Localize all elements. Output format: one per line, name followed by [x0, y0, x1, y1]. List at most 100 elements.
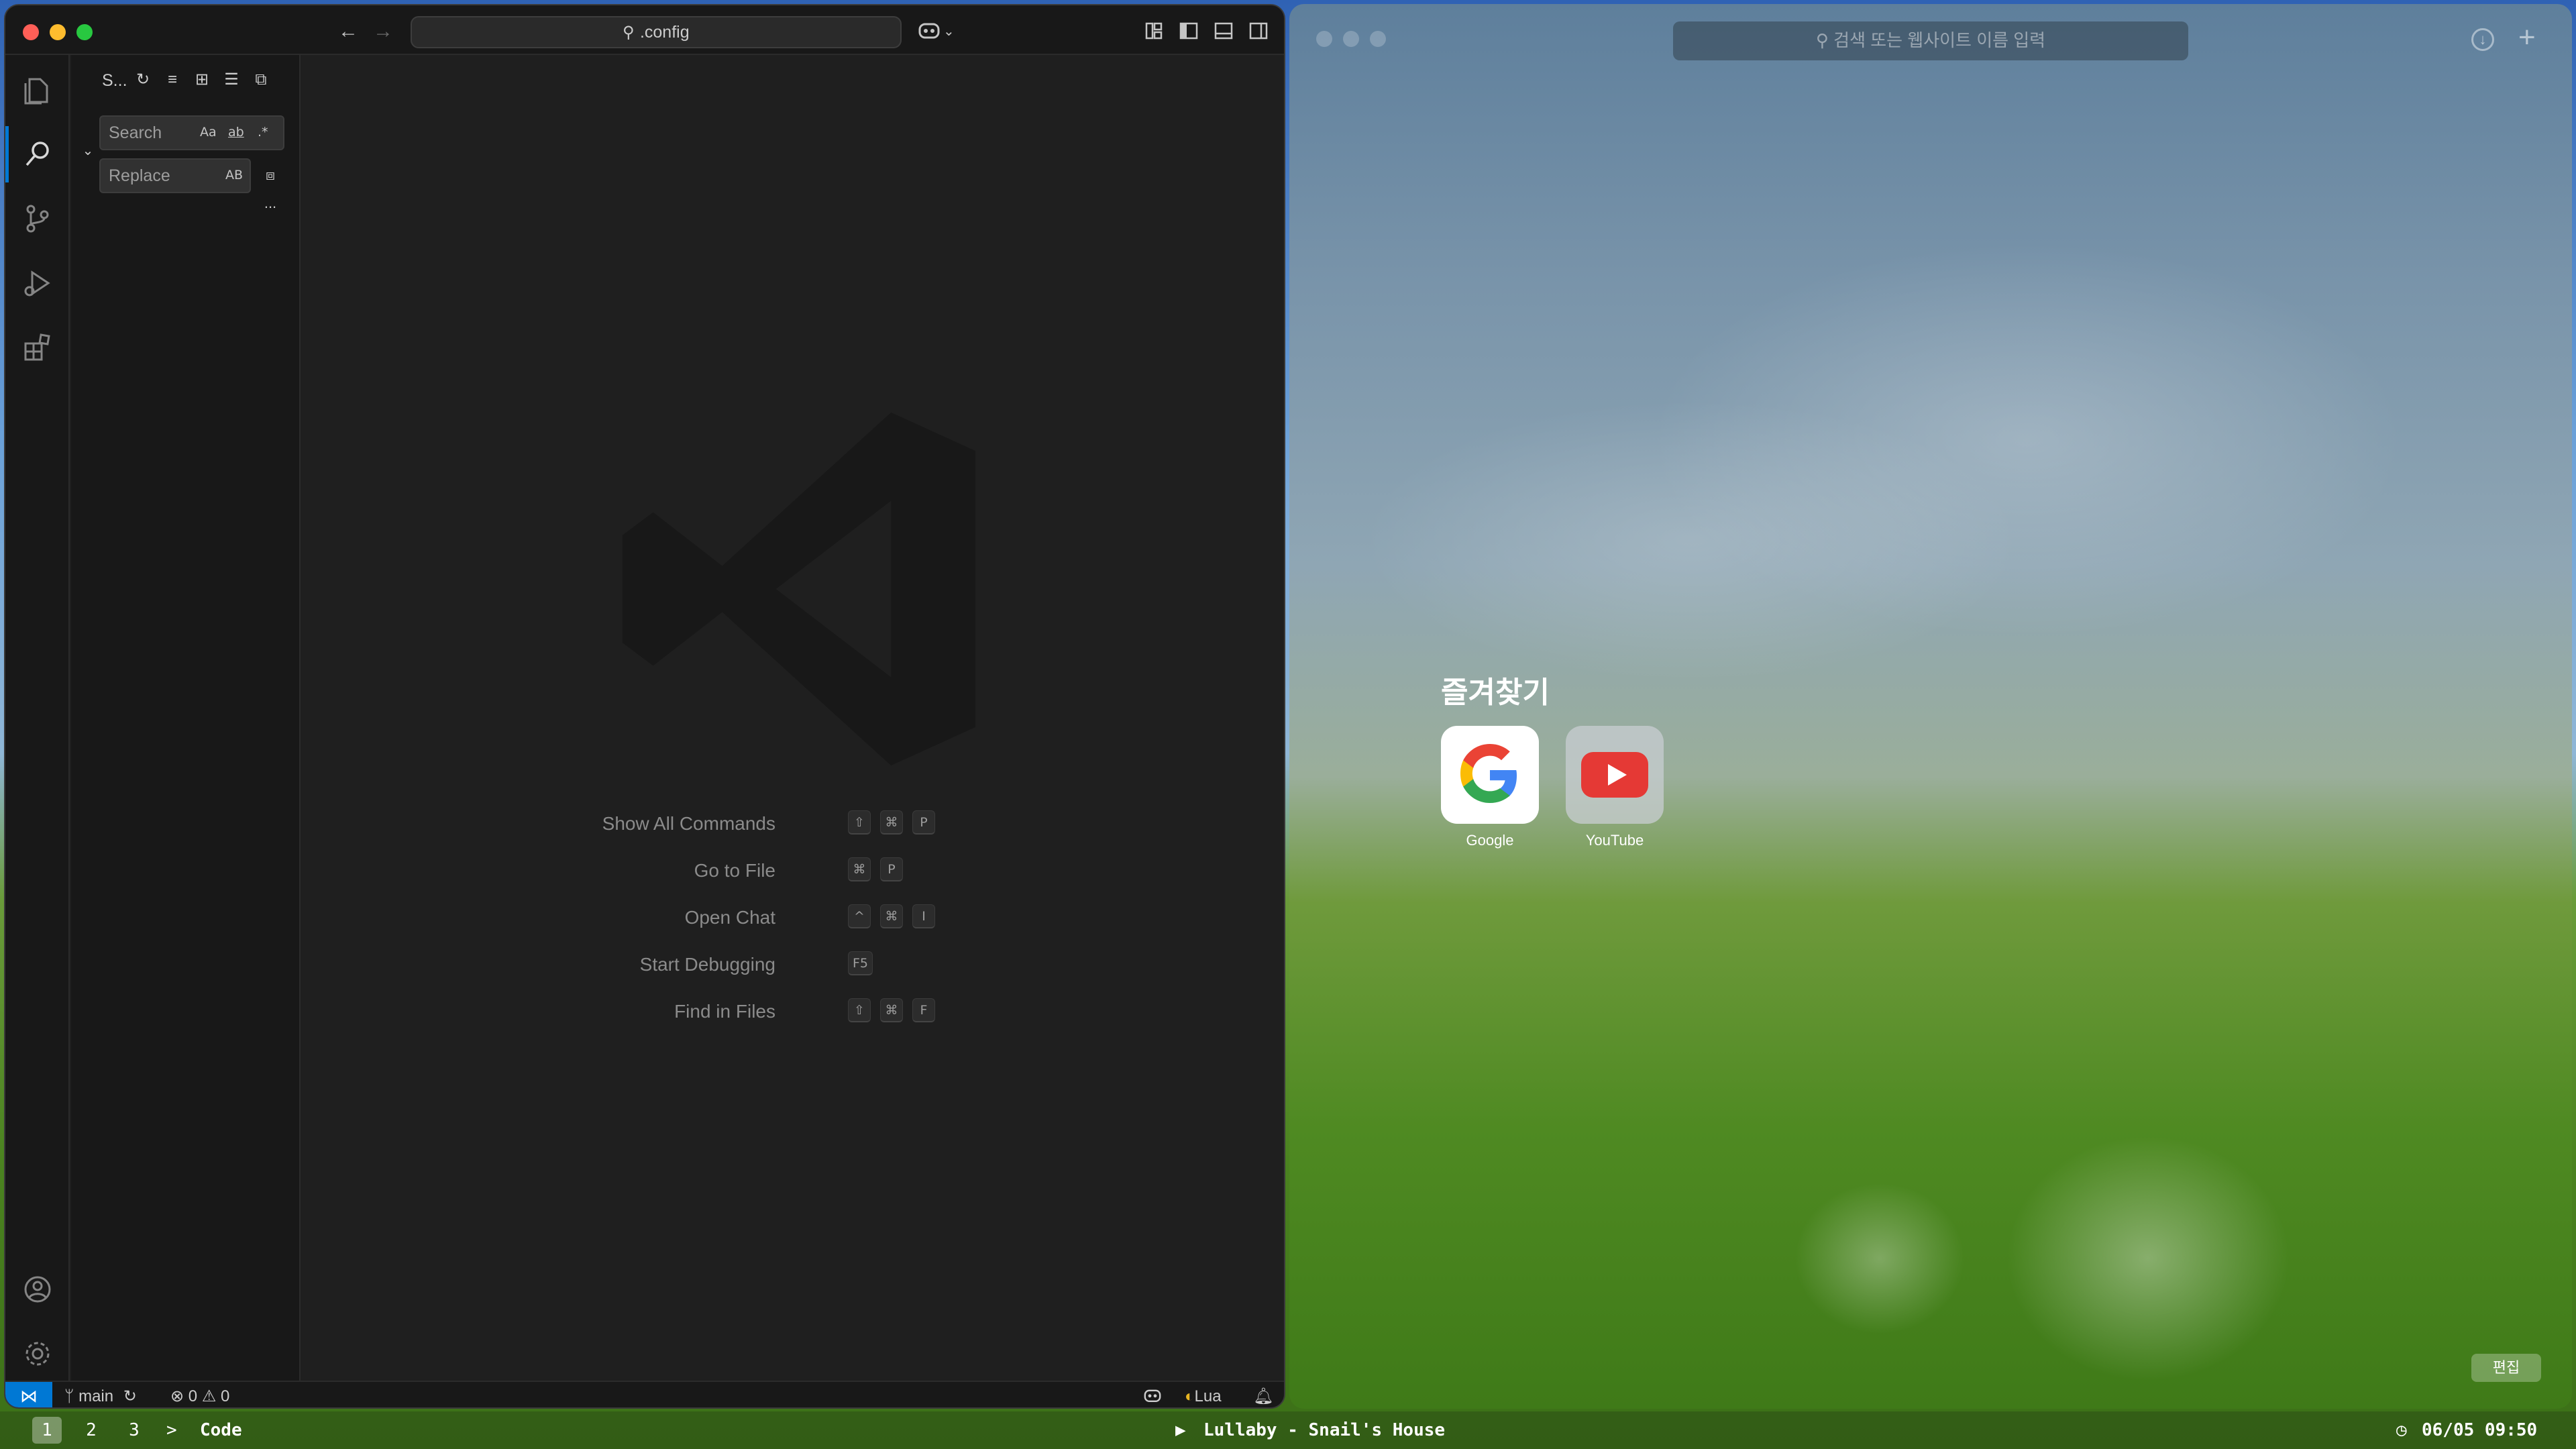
warning-icon: ⚠ — [201, 1387, 217, 1405]
date-time: 06/05 09:50 — [2422, 1420, 2538, 1440]
new-tab-plus-icon[interactable]: + — [2518, 23, 2536, 52]
command-key: ⌘ — [880, 810, 903, 835]
youtube-logo-icon — [1566, 726, 1664, 824]
clear-results-icon[interactable]: ≡ — [162, 70, 182, 90]
workspace-3[interactable]: 3 — [119, 1417, 149, 1444]
shift-key: ⇧ — [848, 998, 871, 1022]
branch-status[interactable]: ᛘ main ↻ — [64, 1387, 137, 1406]
back-arrow-icon[interactable]: ← — [338, 21, 358, 42]
sidebar-title: S... — [102, 71, 127, 90]
menu-status-bar: 1 2 3 > Code ▶ Lullaby - Snail's House ◷… — [0, 1411, 2576, 1449]
zoom-window-button[interactable] — [76, 24, 93, 40]
hint-label: Find in Files — [674, 1001, 775, 1022]
sync-icon: ↻ — [123, 1387, 137, 1405]
search-input-placeholder: Search — [109, 123, 162, 142]
hint-open-chat[interactable]: Open Chat ^ ⌘ I — [302, 904, 1284, 931]
problems-status[interactable]: ⊗ 0 ⚠ 0 — [170, 1387, 229, 1406]
language-mode[interactable]: ◐Lua — [1185, 1387, 1222, 1406]
command-key: ⌘ — [880, 998, 903, 1022]
favorite-label: YouTube — [1585, 832, 1644, 849]
address-bar-placeholder: 검색 또는 웹사이트 이름 입력 — [1833, 30, 2046, 50]
toggle-secondary-sidebar-icon[interactable] — [1249, 21, 1268, 44]
run-debug-icon[interactable] — [5, 251, 70, 315]
replace-input[interactable]: Replace AB — [99, 158, 251, 193]
hint-label: Go to File — [694, 860, 775, 881]
branch-name: main — [78, 1387, 114, 1405]
workspace-1[interactable]: 1 — [32, 1417, 62, 1444]
toggle-panel-icon[interactable] — [1214, 21, 1233, 44]
i-key: I — [912, 904, 935, 928]
p-key: P — [912, 810, 935, 835]
shift-key: ⇧ — [848, 810, 871, 835]
address-bar[interactable]: ⚲ 검색 또는 웹사이트 이름 입력 — [1673, 21, 2188, 60]
collapse-all-icon[interactable]: ⧉ — [251, 70, 271, 90]
search-icon: ⚲ — [623, 23, 635, 42]
replace-all-icon[interactable]: ⧈ — [260, 165, 280, 185]
customize-layout-icon[interactable] — [1144, 21, 1163, 44]
notifications-bell-icon[interactable]: 🔔︎ — [1253, 1387, 1273, 1406]
git-branch-icon: ᛘ — [64, 1387, 74, 1405]
toggle-replace-chevron-icon[interactable]: ⌄ — [78, 141, 98, 161]
command-key: ⌘ — [880, 904, 903, 928]
toggle-primary-sidebar-icon[interactable] — [1179, 21, 1198, 44]
warning-count: 0 — [221, 1387, 230, 1405]
command-key: ⌘ — [848, 857, 871, 881]
refresh-icon[interactable]: ↻ — [133, 70, 153, 90]
zoom-window-button[interactable] — [1370, 31, 1386, 47]
clock-icon: ◷ — [2396, 1420, 2407, 1440]
source-control-icon[interactable] — [5, 186, 70, 251]
favorite-google[interactable]: Google — [1441, 726, 1539, 849]
explorer-icon[interactable] — [5, 58, 70, 122]
command-center-label: .config — [639, 23, 690, 42]
activity-bar — [5, 55, 70, 1381]
edit-favorites-button[interactable]: 편집 — [2471, 1354, 2541, 1382]
minimize-window-button[interactable] — [1343, 31, 1359, 47]
search-view-icon[interactable] — [5, 122, 70, 186]
f5-key: F5 — [848, 951, 873, 975]
front-app-name: Code — [200, 1420, 242, 1440]
command-center[interactable]: ⚲ .config — [411, 16, 902, 48]
now-playing-track[interactable]: Lullaby - Snail's House — [1203, 1417, 1445, 1444]
status-bar: ⋈ ᛘ main ↻ ⊗ 0 ⚠ 0 ◐Lua 🔔︎ — [5, 1381, 1284, 1407]
copilot-status-icon[interactable] — [1143, 1387, 1162, 1407]
match-case-icon[interactable]: Aa — [200, 125, 217, 140]
hint-label: Open Chat — [684, 907, 775, 928]
google-logo-icon — [1441, 726, 1539, 824]
chevron-down-icon[interactable]: ⌄ — [943, 21, 955, 42]
editor-area: Show All Commands ⇧ ⌘ P Go to File ⌘ P O… — [302, 55, 1284, 1381]
favorite-youtube[interactable]: YouTube — [1566, 726, 1664, 849]
hint-find-in-files[interactable]: Find in Files ⇧ ⌘ F — [302, 998, 1284, 1025]
downloads-icon[interactable]: ↓ — [2471, 28, 2494, 51]
vscode-window: ← → ⚲ .config ⌄ S... ↻ ≡ ⊞ ☰ ⧉ ⌄ Search … — [4, 4, 1285, 1409]
new-search-editor-icon[interactable]: ⊞ — [192, 70, 212, 90]
sidebar-header: S... ↻ ≡ ⊞ ☰ ⧉ — [71, 55, 299, 103]
hint-start-debugging[interactable]: Start Debugging F5 — [302, 951, 1284, 978]
accounts-icon[interactable] — [5, 1257, 70, 1322]
close-window-button[interactable] — [23, 24, 39, 40]
forward-arrow-icon[interactable]: → — [373, 21, 393, 42]
hint-show-all-commands[interactable]: Show All Commands ⇧ ⌘ P — [302, 810, 1284, 837]
match-whole-word-icon[interactable]: ab — [228, 125, 244, 140]
chevron-right-icon: > — [166, 1420, 177, 1440]
workspace-2[interactable]: 2 — [76, 1417, 106, 1444]
remote-indicator-icon[interactable]: ⋈ — [5, 1382, 52, 1407]
replace-input-placeholder: Replace — [109, 166, 170, 185]
hint-go-to-file[interactable]: Go to File ⌘ P — [302, 857, 1284, 884]
toggle-search-details-icon[interactable]: ... — [260, 193, 280, 213]
close-window-button[interactable] — [1316, 31, 1332, 47]
search-icon: ⚲ — [1815, 30, 1834, 50]
settings-gear-icon[interactable] — [5, 1322, 70, 1386]
vscode-watermark-logo-icon — [622, 412, 976, 766]
search-input[interactable]: Search Aa ab .* — [99, 115, 284, 150]
vscode-titlebar: ← → ⚲ .config ⌄ — [5, 5, 1284, 55]
view-as-tree-icon[interactable]: ☰ — [221, 70, 241, 90]
use-regex-icon[interactable]: .* — [258, 125, 268, 140]
copilot-icon[interactable] — [918, 20, 941, 44]
extensions-icon[interactable] — [5, 315, 70, 380]
hint-label: Show All Commands — [602, 813, 775, 834]
hint-label: Start Debugging — [639, 954, 775, 975]
minimize-window-button[interactable] — [50, 24, 66, 40]
play-icon[interactable]: ▶ — [1175, 1417, 1186, 1444]
preserve-case-icon[interactable]: AB — [225, 168, 243, 182]
favorite-label: Google — [1466, 832, 1514, 849]
